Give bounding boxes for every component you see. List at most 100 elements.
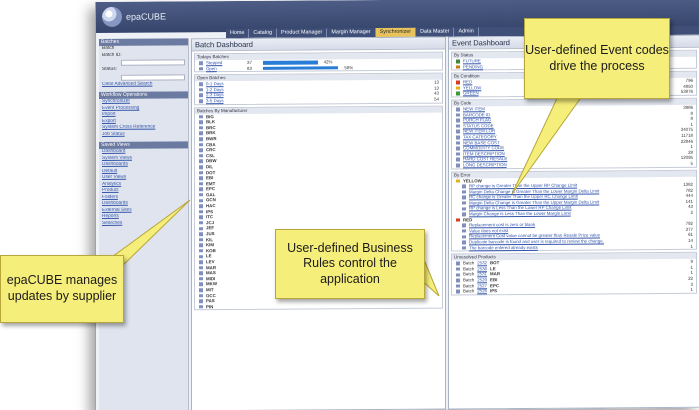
manufacturer-code[interactable]: JUS [206, 231, 215, 236]
manufacturer-code[interactable]: CRC [206, 147, 216, 152]
row-label[interactable]: NEW ITEM LOR [463, 129, 495, 134]
manufacturer-code[interactable]: KIL [206, 237, 213, 242]
by-code: By Code NEW ITEM 3986 BARCODE ID 8 PURCH FLAG… [451, 97, 697, 170]
nav-tab[interactable]: Admin [454, 27, 479, 37]
nav-tab[interactable]: Product Manager [276, 28, 328, 38]
manufacturer-code[interactable]: PIN [206, 304, 213, 309]
batch-id[interactable]: 2527 [477, 283, 487, 288]
manufacturer-code[interactable]: PAS [206, 298, 215, 303]
manufacturer-code[interactable]: ITC [206, 214, 213, 219]
row-label[interactable]: NEW BASE COST [463, 140, 500, 145]
nav-tab[interactable]: Catalog [249, 28, 277, 38]
folder-icon [456, 267, 460, 271]
row-label[interactable]: Value does not exist [469, 228, 508, 233]
manufacturer-code[interactable]: LEV [206, 259, 215, 264]
row-label[interactable]: RED [463, 80, 472, 85]
row-icon [462, 184, 466, 189]
manufacturer-code[interactable]: BIG [206, 114, 214, 119]
manufacturer-code[interactable]: IPS [206, 209, 213, 214]
manufacturer-code[interactable]: BLK [206, 119, 215, 124]
row-icon [199, 66, 203, 71]
row-icon [462, 229, 466, 233]
red-label: RED [463, 217, 473, 223]
manufacturer-code[interactable]: EPC [206, 186, 215, 191]
nav-tab[interactable]: Home [226, 28, 250, 39]
folder-icon [199, 165, 203, 169]
row-label[interactable]: FUTURE [463, 58, 481, 63]
manufacturer-code[interactable]: LE [206, 254, 212, 259]
row-label[interactable]: Stepped [206, 60, 222, 65]
batch-id[interactable]: 2532 [477, 260, 487, 265]
nav-tab[interactable]: Margin Manager [327, 28, 376, 38]
row-icon [456, 157, 460, 162]
manufacturer-code[interactable]: KOB [206, 248, 216, 253]
nav-tab[interactable]: Synchronizer [375, 27, 417, 38]
manufacturer-code[interactable]: CBA [206, 142, 216, 147]
folder-icon [199, 187, 203, 192]
row-label[interactable]: Replacement cost is zero or blank [469, 222, 535, 227]
row-label[interactable]: GREEN [463, 91, 479, 96]
manufacturer-code[interactable]: DOT [206, 170, 215, 175]
row-label[interactable]: STATUS CODE [463, 123, 494, 128]
folder-icon [199, 254, 203, 259]
row-label[interactable]: YELLOW [463, 85, 481, 90]
manufacturer-code[interactable]: KIM [206, 242, 214, 247]
manufacturer-code[interactable]: MIT [206, 287, 214, 292]
manufacturer-code[interactable]: DBW [206, 158, 217, 163]
row-label[interactable]: The barcode entered already exists [469, 245, 538, 250]
row-label[interactable]: COMMODITY CODE [463, 145, 504, 150]
sidebar-label: Status: [102, 66, 117, 72]
row-label[interactable]: Open [206, 66, 217, 71]
row-label[interactable]: ITEM DESCRIPTION [463, 151, 505, 156]
row-label[interactable]: NEW ITEM [463, 106, 485, 111]
error-rule-row: The barcode entered already exists 1 [452, 243, 696, 250]
folder-icon [199, 198, 203, 203]
manufacturer-code[interactable]: GAL [206, 192, 215, 197]
batch-id[interactable]: 2536 [477, 266, 487, 271]
business-rules-callout: User-defined Business Rules control the … [275, 229, 425, 299]
batch-id[interactable]: 2526 [477, 288, 487, 293]
row-label[interactable]: TAX CATEGORY [463, 134, 497, 139]
manufacturer-code[interactable]: BRC [206, 125, 216, 130]
folder-icon [199, 305, 203, 309]
row-label[interactable]: 3-5 Days [206, 98, 224, 103]
manufacturer-code[interactable]: JCJ [206, 220, 214, 225]
row-label[interactable]: 2-3 Days [206, 92, 224, 97]
sidebar-input[interactable] [121, 59, 185, 66]
manufacturer-code[interactable]: MIDI [206, 276, 215, 281]
folder-icon [199, 249, 203, 253]
row-count: 54 [434, 96, 439, 102]
manufacturer-code[interactable]: EBI [206, 175, 213, 180]
row-label[interactable]: PURCH FLAG [463, 117, 491, 122]
batch-id[interactable]: 2531 [477, 272, 487, 277]
manufacturer-code[interactable]: MAS [206, 270, 216, 275]
manufacturer-code[interactable]: MKW [206, 282, 217, 287]
manufacturer-code[interactable]: BRK [206, 131, 216, 136]
nav-tab[interactable]: Data Master [416, 27, 455, 37]
batch-code: EPC [490, 282, 500, 288]
folder-icon [199, 170, 203, 175]
manufacturer-code[interactable]: JEF [206, 226, 214, 231]
row-label[interactable]: BARCODE ID [463, 112, 490, 117]
row-icon [462, 234, 466, 239]
row-label[interactable]: HARD COST RESALE [463, 156, 507, 161]
folder-icon [199, 148, 203, 152]
event-codes-callout: User-defined Event codes drive the proce… [524, 18, 670, 99]
batch-id[interactable]: 2529 [477, 277, 487, 282]
sidebar-input[interactable] [121, 73, 185, 81]
folder-icon [199, 265, 203, 270]
row-label[interactable]: PENDING [463, 64, 483, 69]
manufacturer-code[interactable]: OCC [206, 293, 216, 298]
manufacturer-code[interactable]: GCN [206, 198, 216, 203]
row-label[interactable]: 0-1 Days [206, 81, 224, 86]
manufacturer-code[interactable]: BWR [206, 136, 217, 141]
manufacturer-code[interactable]: EMT [206, 181, 215, 186]
batch-dashboard-panel: Batch Dashboard Todays Batches Stepped 37 4… [191, 36, 446, 410]
manufacturer-code[interactable]: DIL [206, 164, 213, 169]
manufacturer-code[interactable]: CSL [206, 153, 215, 158]
manufacturer-code[interactable]: HAC [206, 203, 216, 208]
manufacturer-code[interactable]: MAR [206, 265, 216, 270]
row-label[interactable]: 1-2 Days [206, 87, 224, 92]
row-label[interactable]: LONG DESCRIPTION [463, 162, 507, 167]
